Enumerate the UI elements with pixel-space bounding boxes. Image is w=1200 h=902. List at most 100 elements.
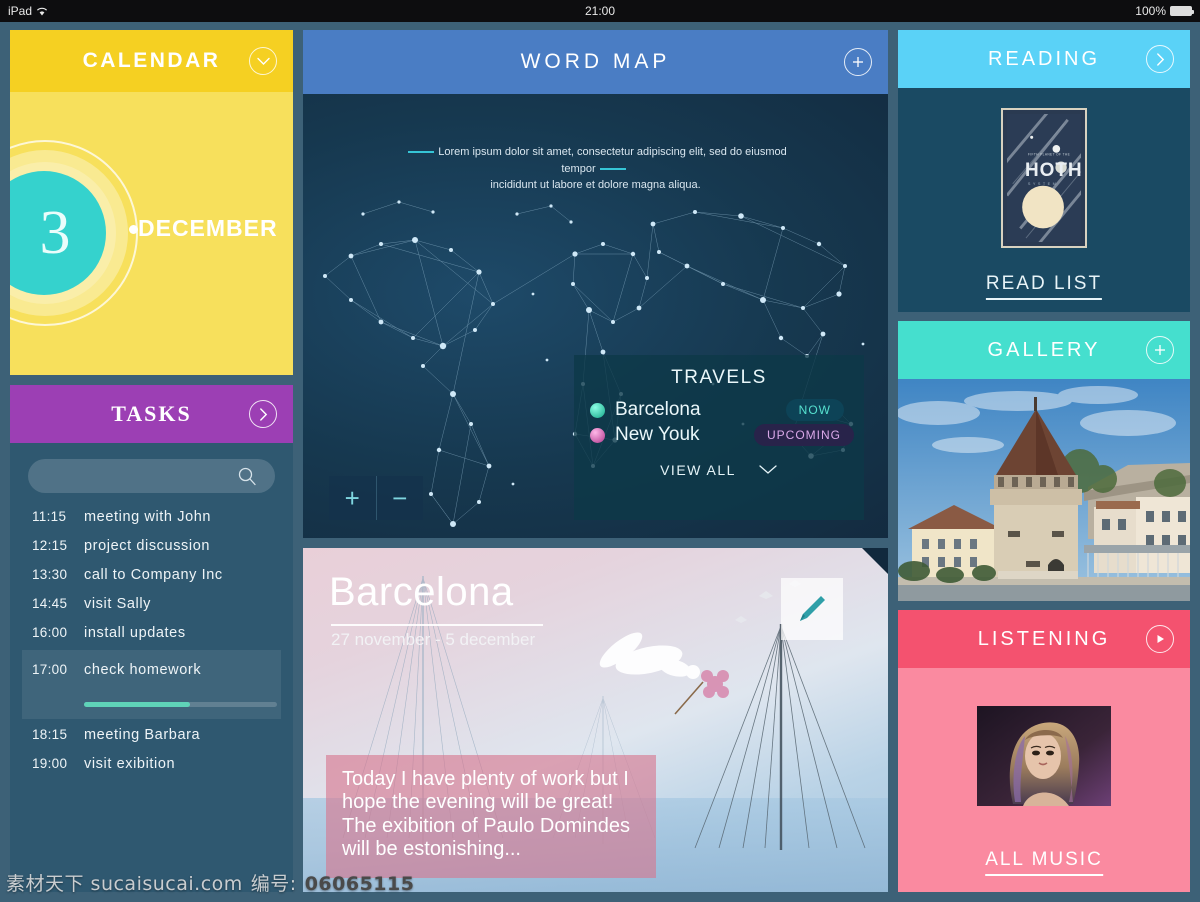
chevron-right-circle-icon[interactable] bbox=[249, 400, 277, 428]
task-label: project discussion bbox=[84, 538, 211, 554]
listening-header: LISTENING bbox=[898, 610, 1190, 668]
svg-text:HOTH: HOTH bbox=[1025, 160, 1081, 181]
word-map-card: WORD MAP Lorem ipsum dolor sit amet, con… bbox=[303, 30, 888, 538]
view-all-label: VIEW ALL bbox=[660, 462, 736, 478]
battery-percent: 100% bbox=[1135, 4, 1166, 18]
task-progress-bar[interactable] bbox=[84, 702, 277, 707]
task-time: 17:00 bbox=[32, 662, 68, 677]
map-caption: Lorem ipsum dolor sit amet, consectetur … bbox=[303, 144, 888, 194]
status-bar-time: 21:00 bbox=[584, 4, 616, 18]
watermark-site: 素材天下 sucaisucai.com bbox=[6, 873, 243, 895]
chevron-down-circle-icon[interactable] bbox=[249, 47, 277, 75]
read-list-link[interactable]: READ LIST bbox=[985, 273, 1103, 300]
reading-body: FIFTH PLANET OF THE HOTH SYSTEM READ LIS… bbox=[898, 88, 1190, 312]
calendar-card: CALENDAR 3 DECEMBER bbox=[10, 30, 293, 375]
travel-city: Barcelona bbox=[615, 399, 701, 420]
status-bar: iPad 21:00 100% bbox=[0, 0, 1200, 22]
map-zoom-controls: + − bbox=[329, 476, 423, 520]
travel-badge-upcoming: UPCOMING bbox=[754, 424, 854, 446]
book-cover-hoth[interactable]: FIFTH PLANET OF THE HOTH SYSTEM bbox=[1001, 108, 1087, 248]
dashboard-grid: CALENDAR 3 DECEMBER TASKS 11:15 meeting … bbox=[10, 30, 1190, 892]
chevron-right-circle-icon[interactable] bbox=[1146, 45, 1174, 73]
travel-row[interactable]: New Youk UPCOMING bbox=[590, 424, 854, 446]
barcelona-photo: Barcelona 27 november - 5 december Today… bbox=[303, 548, 888, 892]
travel-badge-now: NOW bbox=[785, 399, 844, 421]
battery-icon bbox=[1170, 6, 1194, 16]
word-map-header: WORD MAP bbox=[303, 30, 888, 94]
svg-text:SYSTEM: SYSTEM bbox=[1028, 182, 1058, 186]
task-item[interactable]: 19:00 visit exibition bbox=[28, 750, 275, 779]
map-caption-line2: incididunt ut labore et dolore magna ali… bbox=[490, 179, 701, 191]
gallery-card: GALLERY bbox=[898, 321, 1190, 601]
task-time: 19:00 bbox=[32, 756, 68, 771]
pencil-icon[interactable] bbox=[781, 578, 843, 640]
barcelona-trip-card[interactable]: Barcelona 27 november - 5 december Today… bbox=[303, 548, 888, 892]
task-item[interactable]: 16:00 install updates bbox=[28, 619, 275, 648]
search-input[interactable] bbox=[28, 459, 275, 493]
task-item[interactable]: 17:00 check homework bbox=[22, 650, 281, 719]
watermark-label: 编号: bbox=[250, 873, 297, 895]
castle-tower-photo bbox=[898, 379, 1190, 601]
reading-header: READING bbox=[898, 30, 1190, 88]
task-label: call to Company Inc bbox=[84, 567, 223, 583]
task-item[interactable]: 13:30 call to Company Inc bbox=[28, 561, 275, 590]
task-time: 13:30 bbox=[32, 567, 68, 582]
task-list: 11:15 meeting with John 12:15 project discu… bbox=[22, 503, 281, 779]
task-label: meeting Barbara bbox=[84, 727, 201, 743]
page-curl-corner bbox=[862, 548, 888, 574]
gallery-header: GALLERY bbox=[898, 321, 1190, 379]
listening-body: ALL MUSIC bbox=[898, 668, 1190, 892]
status-bar-right: 100% bbox=[1135, 4, 1194, 18]
tasks-card: TASKS 11:15 meeting with John 12:15 proj… bbox=[10, 385, 293, 892]
task-time: 16:00 bbox=[32, 625, 68, 640]
task-label: visit Sally bbox=[84, 596, 152, 612]
reading-card: READING FIFTH PLANET OF THE HOTH SYSTEM … bbox=[898, 30, 1190, 312]
plus-circle-icon[interactable] bbox=[844, 48, 872, 76]
calendar-month-dot bbox=[129, 225, 138, 234]
caption-dash-left bbox=[408, 151, 435, 154]
all-music-link[interactable]: ALL MUSIC bbox=[985, 849, 1103, 876]
word-map-body[interactable]: Lorem ipsum dolor sit amet, consectetur … bbox=[303, 94, 888, 538]
gallery-title: GALLERY bbox=[987, 338, 1101, 361]
task-label: meeting with John bbox=[84, 509, 212, 525]
view-all-button[interactable]: VIEW ALL bbox=[590, 462, 848, 478]
zoom-in-button[interactable]: + bbox=[329, 476, 376, 520]
travel-city: New Youk bbox=[615, 424, 700, 445]
album-artwork[interactable] bbox=[977, 706, 1111, 806]
calendar-day-number: 3 bbox=[39, 199, 71, 267]
calendar-title: CALENDAR bbox=[82, 49, 221, 72]
travels-panel: TRAVELS Barcelona NOW New Youk UPCOMING … bbox=[574, 355, 864, 520]
zoom-out-button[interactable]: − bbox=[375, 476, 424, 520]
travel-status-dot-now bbox=[590, 402, 605, 418]
travels-title: TRAVELS bbox=[671, 367, 767, 388]
task-time: 12:15 bbox=[32, 538, 68, 553]
task-time: 18:15 bbox=[32, 727, 68, 742]
search-icon bbox=[237, 466, 257, 491]
task-progress-fill bbox=[84, 702, 191, 707]
listening-title: LISTENING bbox=[977, 627, 1111, 650]
calendar-header: CALENDAR bbox=[10, 30, 293, 92]
barcelona-title-underline bbox=[331, 624, 543, 626]
task-label: check homework bbox=[84, 662, 202, 678]
gallery-photo[interactable] bbox=[898, 379, 1190, 601]
task-time: 11:15 bbox=[32, 509, 67, 524]
task-item[interactable]: 18:15 meeting Barbara bbox=[28, 721, 275, 750]
barcelona-note: Today I have plenty of work but I hope t… bbox=[326, 754, 656, 878]
chevron-down-icon bbox=[758, 462, 778, 478]
plus-circle-icon[interactable] bbox=[1146, 336, 1174, 364]
task-label: visit exibition bbox=[84, 756, 176, 772]
map-caption-line1: Lorem ipsum dolor sit amet, consectetur … bbox=[438, 146, 787, 175]
travel-status-dot-upcoming bbox=[590, 427, 605, 443]
task-label: install updates bbox=[84, 625, 186, 641]
task-item[interactable]: 11:15 meeting with John bbox=[28, 503, 275, 532]
barcelona-title: Barcelona bbox=[329, 570, 514, 614]
watermark-number: 06065115 bbox=[304, 873, 415, 895]
travel-row[interactable]: Barcelona NOW bbox=[590, 399, 848, 421]
svg-text:FIFTH PLANET OF THE: FIFTH PLANET OF THE bbox=[1028, 153, 1071, 157]
task-item[interactable]: 12:15 project discussion bbox=[28, 532, 275, 561]
play-circle-icon[interactable] bbox=[1146, 625, 1174, 653]
task-progress-wrap bbox=[32, 692, 277, 713]
tasks-body: 11:15 meeting with John 12:15 project discu… bbox=[10, 443, 293, 892]
task-item[interactable]: 14:45 visit Sally bbox=[28, 590, 275, 619]
calendar-month-label: DECEMBER bbox=[138, 215, 278, 241]
